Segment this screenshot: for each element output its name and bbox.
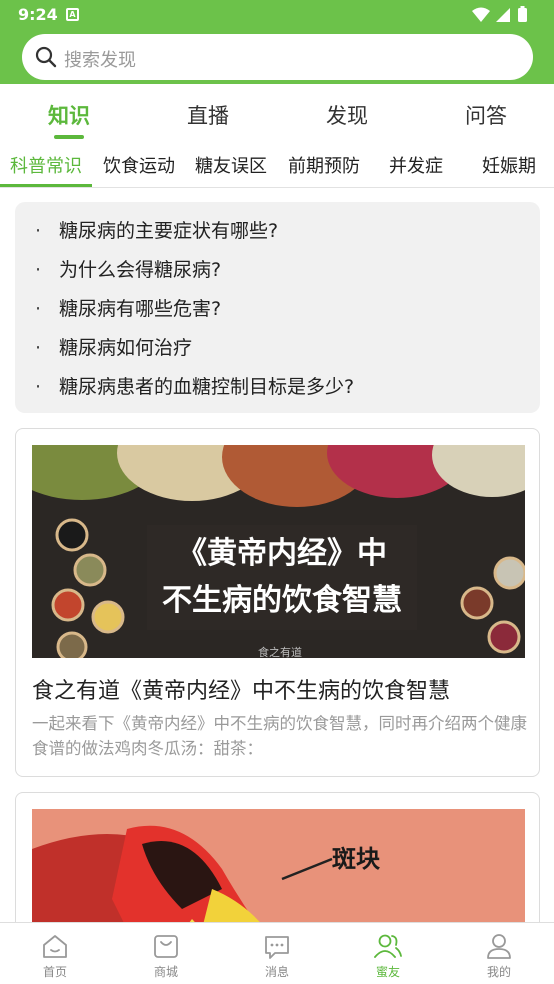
image-caption-line2: 不生病的饮食智慧 xyxy=(162,583,402,618)
search-icon xyxy=(35,46,57,68)
sub-tabs: 科普常识 饮食运动 糖友误区 前期预防 并发症 妊娠期 xyxy=(0,142,554,188)
message-icon xyxy=(265,936,289,959)
app-header: 9:24 A 搜索发现 xyxy=(0,0,554,84)
search-input[interactable]: 搜索发现 xyxy=(22,34,533,80)
search-placeholder: 搜索发现 xyxy=(64,50,136,71)
nav-profile[interactable]: 我的 xyxy=(444,923,554,984)
tab-discover[interactable]: 发现 xyxy=(278,100,416,130)
home-icon xyxy=(43,935,67,958)
subtab-science[interactable]: 科普常识 xyxy=(0,152,92,178)
article-image: 《黄帝内经》中 不生病的饮食智慧 食之有道 xyxy=(32,445,525,658)
tab-active-indicator xyxy=(54,135,84,139)
faq-item[interactable]: · 糖尿病如何治疗 xyxy=(35,333,192,363)
wifi-icon xyxy=(472,7,490,22)
bottom-nav: 首页 商城 消息 蜜友 我的 xyxy=(0,922,554,984)
article-card[interactable]: 《黄帝内经》中 不生病的饮食智慧 食之有道 食之有道《黄帝内经》中不生病的饮食智… xyxy=(15,428,540,777)
faq-item[interactable]: · 为什么会得糖尿病? xyxy=(35,255,221,285)
nav-home[interactable]: 首页 xyxy=(0,923,110,984)
image-caption-line1: 《黄帝内经》中 xyxy=(177,536,387,571)
article-title: 食之有道《黄帝内经》中不生病的饮食智慧 xyxy=(32,679,451,704)
faq-card: · 糖尿病的主要症状有哪些? · 为什么会得糖尿病? · 糖尿病有哪些危害? · 糖尿病… xyxy=(15,202,540,413)
nav-friends[interactable]: 蜜友 xyxy=(333,923,443,984)
faq-item[interactable]: · 糖尿病患者的血糖控制目标是多少? xyxy=(35,372,354,402)
tab-qa[interactable]: 问答 xyxy=(417,100,554,130)
battery-icon xyxy=(518,8,527,22)
nav-messages[interactable]: 消息 xyxy=(222,923,332,984)
status-time: 9:24 xyxy=(18,5,58,24)
subtab-misconceptions[interactable]: 糖友误区 xyxy=(185,152,277,178)
faq-item[interactable]: · 糖尿病有哪些危害? xyxy=(35,294,221,324)
subtab-pregnancy[interactable]: 妊娠期 xyxy=(463,152,554,178)
subtab-diet-exercise[interactable]: 饮食运动 xyxy=(93,152,185,178)
status-icons xyxy=(472,6,527,22)
friends-icon xyxy=(374,934,402,958)
tab-live[interactable]: 直播 xyxy=(139,100,277,130)
faq-item[interactable]: · 糖尿病的主要症状有哪些? xyxy=(35,216,278,246)
cell-signal-icon xyxy=(496,8,510,22)
notification-icon: A xyxy=(66,8,79,21)
status-bar: 9:24 A xyxy=(0,0,554,30)
subtab-prevention[interactable]: 前期预防 xyxy=(278,152,370,178)
shopping-bag-icon xyxy=(154,935,178,958)
nav-shop[interactable]: 商城 xyxy=(111,923,221,984)
main-tabs: 知识 直播 发现 问答 xyxy=(0,84,554,142)
image-watermark: 食之有道 xyxy=(258,645,302,658)
tab-knowledge[interactable]: 知识 xyxy=(0,100,138,130)
user-icon xyxy=(487,934,511,959)
image-label: 斑块 xyxy=(332,845,380,873)
article-summary: 一起来看下《黄帝内经》中不生病的饮食智慧，同时再介绍两个健康食谱的做法鸡肉冬瓜汤… xyxy=(32,714,527,758)
subtab-complications[interactable]: 并发症 xyxy=(370,152,462,178)
subtab-active-indicator xyxy=(0,184,92,187)
